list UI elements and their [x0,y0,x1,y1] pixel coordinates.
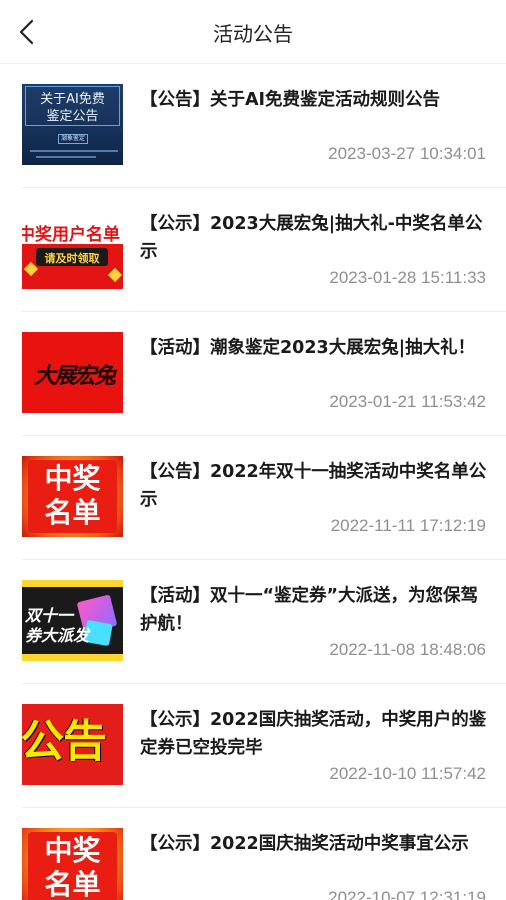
item-timestamp: 2023-01-28 15:11:33 [329,268,486,287]
thumbnail-text: 中奖用户名单 [22,225,120,245]
thumbnail-image: 公告 [22,704,123,785]
thumbnail-calligraphy: 大展宏兔 [34,363,116,389]
list-item[interactable]: 公告 【公示】2022国庆抽奖活动，中奖用户的鉴定券已空投完毕 2022-10-… [22,684,506,808]
item-timestamp: 2022-11-11 17:12:19 [330,516,486,535]
thumbnail-stripe [22,654,123,661]
thumbnail-text: 公告 [22,716,107,767]
item-timestamp: 2023-03-27 10:34:01 [328,144,486,163]
list-item[interactable]: 大展宏兔 【活动】潮象鉴定2023大展宏兔|抽大礼！ 2023-01-21 11… [22,312,506,436]
thumbnail-tag: 潮象鉴定 [58,134,88,144]
item-title: 【活动】双十一“鉴定券”大派送，为您保驾护航！ [140,586,479,634]
list-item[interactable]: 中奖用户名单 请及时领取 【公示】2023大展宏兔|抽大礼-中奖名单公示 202… [22,188,506,312]
thumbnail-image: 双十一 券大派发 [22,580,123,661]
item-title: 【公示】2022国庆抽奖活动，中奖用户的鉴定券已空投完毕 [140,710,487,758]
thumbnail-text: 券大派发 [25,626,90,645]
list-item[interactable]: 关于AI免费 鉴定公告 潮象鉴定 【公告】关于AI免费鉴定活动规则公告 2023… [22,64,506,188]
list-item[interactable]: 中奖 名单 【公示】2022国庆抽奖活动中奖事宜公示 2022-10-07 12… [22,808,506,900]
top-bar: 活动公告 [0,0,506,64]
list-item[interactable]: 双十一 券大派发 【活动】双十一“鉴定券”大派送，为您保驾护航！ 2022-11… [22,560,506,684]
thumbnail-fine-print [30,150,118,152]
thumbnail-text: 中奖 [44,462,101,495]
item-title: 【公示】2023大展宏兔|抽大礼-中奖名单公示 [140,214,483,262]
item-timestamp: 2022-10-07 12:31:19 [328,888,486,900]
thumbnail-image: 中奖 名单 [22,828,123,900]
thumbnail-image: 中奖用户名单 请及时领取 [22,208,123,289]
item-title: 【公示】2022国庆抽奖活动中奖事宜公示 [140,834,469,854]
item-title: 【公告】2022年双十一抽奖活动中奖名单公示 [140,462,487,510]
page-title: 活动公告 [213,22,293,46]
item-title: 【公告】关于AI免费鉴定活动规则公告 [140,90,441,110]
item-timestamp: 2022-10-10 11:57:42 [329,764,486,783]
thumbnail-stripe [22,580,123,587]
announcement-list: 关于AI免费 鉴定公告 潮象鉴定 【公告】关于AI免费鉴定活动规则公告 2023… [0,64,506,900]
thumbnail-text: 名单 [44,868,101,900]
thumbnail-pill: 请及时领取 [36,248,108,266]
item-timestamp: 2022-11-08 18:48:06 [329,640,486,659]
thumbnail-fine-print [36,156,96,158]
item-title: 【活动】潮象鉴定2023大展宏兔|抽大礼！ [140,338,476,358]
thumbnail-image: 中奖 名单 [22,456,123,537]
list-item[interactable]: 中奖 名单 【公告】2022年双十一抽奖活动中奖名单公示 2022-11-11 … [22,436,506,560]
thumbnail-image: 大展宏兔 [22,332,123,413]
item-timestamp: 2023-01-21 11:53:42 [329,392,486,411]
thumbnail-text: 鉴定公告 [46,109,99,124]
thumbnail-text: 名单 [44,496,101,529]
thumbnail-text: 请及时领取 [44,252,100,265]
thumbnail-image: 关于AI免费 鉴定公告 潮象鉴定 [22,84,123,165]
thumbnail-text: 中奖 [44,834,101,867]
